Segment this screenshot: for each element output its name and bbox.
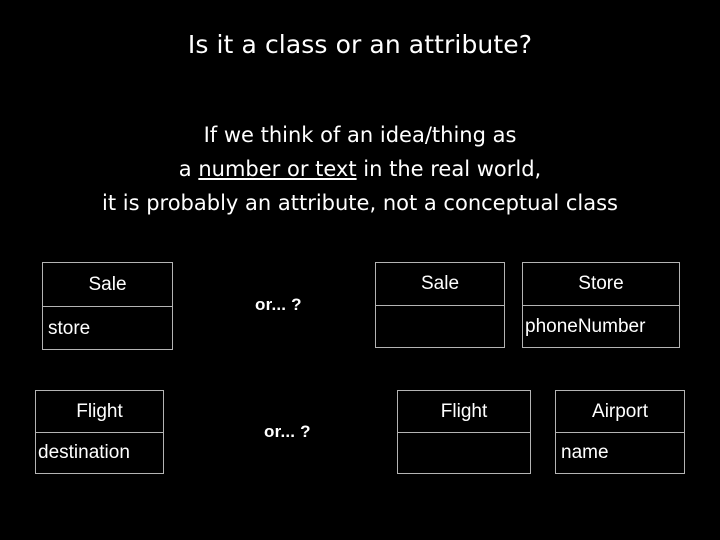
class-box-sale-with-attribute[interactable]: Sale store (42, 262, 173, 350)
class-attribute-compartment (376, 306, 504, 348)
class-attribute-compartment: name (561, 442, 609, 463)
body-line-3: it is probably an attribute, not a conce… (102, 191, 618, 215)
class-attribute-compartment: store (48, 317, 91, 339)
body-line-2-prefix: a (178, 157, 199, 181)
connector-label-or-1: or... ? (255, 295, 302, 314)
body-line-2-underlined: number or text (198, 157, 357, 181)
class-box-store[interactable]: Store phoneNumber (522, 262, 680, 348)
class-name-compartment: Airport (556, 391, 684, 433)
class-name-compartment: Store (523, 263, 679, 306)
class-name-compartment: Sale (376, 263, 504, 306)
body-text: If we think of an idea/thing as a number… (0, 118, 720, 220)
class-name-compartment: Flight (36, 391, 163, 433)
slide-canvas: Is it a class or an attribute? If we thi… (0, 0, 720, 540)
class-attribute-compartment (398, 433, 530, 473)
class-attribute-compartment: phoneNumber (525, 316, 646, 337)
class-name-compartment: Flight (398, 391, 530, 433)
class-name-compartment: Sale (43, 263, 172, 307)
class-box-flight-with-attribute[interactable]: Flight destination (35, 390, 164, 474)
page-title: Is it a class or an attribute? (187, 30, 533, 59)
class-box-airport[interactable]: Airport name (555, 390, 685, 474)
class-attribute-compartment: destination (38, 442, 130, 463)
body-line-2: a number or text in the real world, (0, 152, 720, 186)
body-line-1: If we think of an idea/thing as (203, 123, 517, 147)
class-box-sale-empty[interactable]: Sale (375, 262, 505, 348)
connector-label-or-2: or... ? (264, 422, 311, 441)
class-box-flight-empty[interactable]: Flight (397, 390, 531, 474)
body-line-2-suffix: in the real world, (356, 157, 542, 181)
